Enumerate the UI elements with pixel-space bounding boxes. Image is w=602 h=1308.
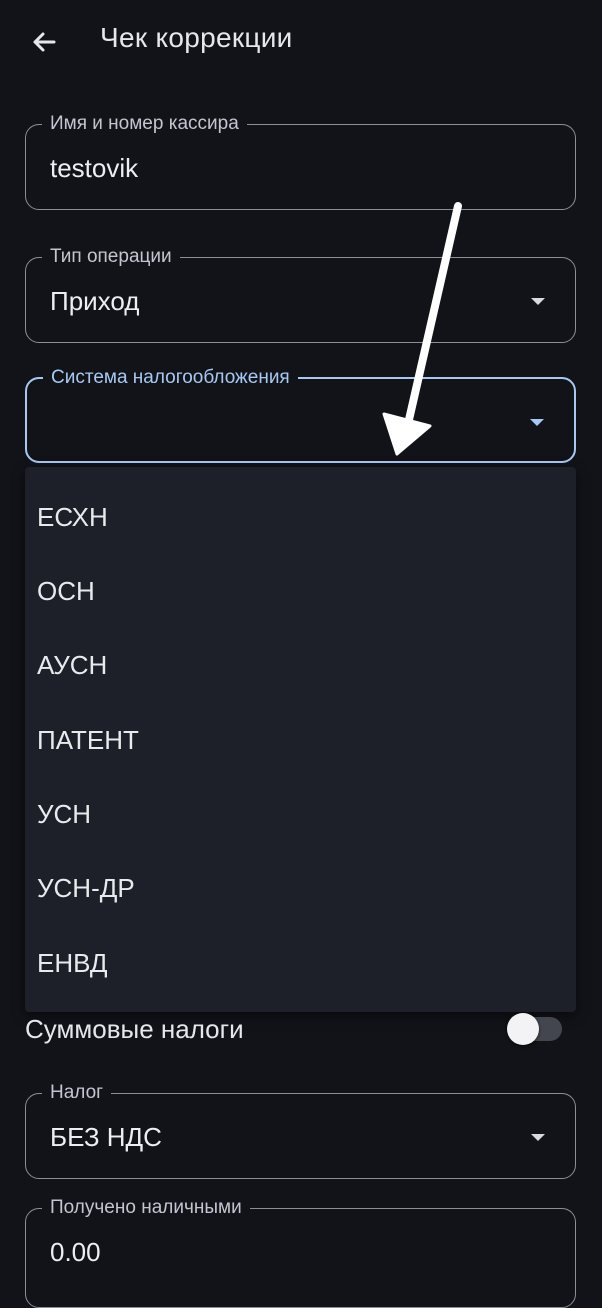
menu-item-envd[interactable]: ЕНВД [37, 943, 108, 983]
menu-item-eskhn[interactable]: ЕСХН [37, 497, 108, 537]
cashier-field-label: Имя и номер кассира [42, 112, 247, 136]
sum-taxes-label: Суммовые налоги [25, 1014, 244, 1044]
cash-received-field[interactable]: Получено наличными 0.00 [25, 1196, 576, 1308]
sum-taxes-switch-thumb[interactable] [507, 1013, 539, 1045]
menu-item-usn-dr[interactable]: УСН-ДР [37, 868, 135, 908]
menu-item-patent[interactable]: ПАТЕНТ [37, 720, 139, 760]
operation-type-select[interactable]: Тип операции Приход [25, 245, 576, 343]
sum-taxes-row: Суммовые налоги [25, 1010, 576, 1050]
menu-item-ausn[interactable]: АУСН [37, 645, 107, 685]
cash-received-value: 0.00 [50, 1237, 101, 1267]
tax-system-select[interactable]: Система налогообложения [25, 366, 576, 463]
tax-select[interactable]: Налог БЕЗ НДС [25, 1081, 576, 1179]
tax-system-label: Система налогообложения [43, 366, 298, 390]
menu-item-osn[interactable]: ОСН [37, 571, 95, 611]
arrow-left-icon[interactable] [28, 26, 60, 58]
tax-value: БЕЗ НДС [50, 1122, 162, 1152]
chevron-down-icon [531, 298, 545, 305]
tax-label: Налог [42, 1081, 112, 1105]
cashier-field-value: testovik [50, 153, 139, 183]
chevron-down-icon [530, 419, 544, 426]
page-title: Чек коррекции [100, 22, 293, 53]
cashier-field[interactable]: Имя и номер кассира testovik [25, 112, 576, 210]
operation-type-value: Приход [50, 286, 140, 316]
operation-type-label: Тип операции [42, 245, 180, 269]
tax-system-menu: ЕСХН ОСН АУСН ПАТЕНТ УСН УСН-ДР ЕНВД [25, 467, 576, 1012]
chevron-down-icon [531, 1134, 545, 1141]
menu-item-usn[interactable]: УСН [37, 794, 91, 834]
app-bar: Чек коррекции [0, 0, 602, 86]
cash-received-label: Получено наличными [42, 1196, 250, 1220]
